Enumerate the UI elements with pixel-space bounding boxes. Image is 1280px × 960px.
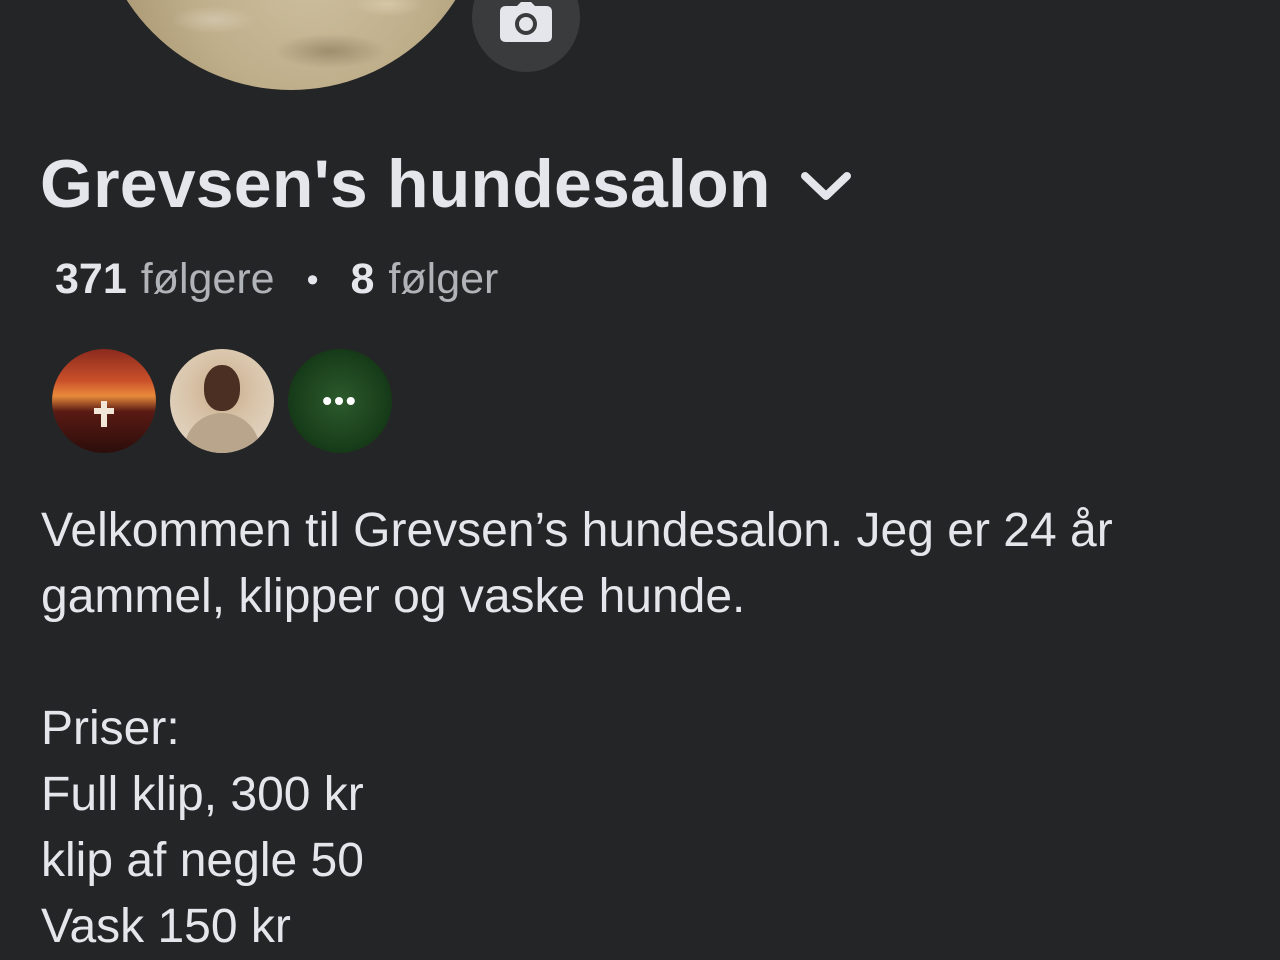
chevron-down-icon [800,172,851,200]
page-name-switcher[interactable]: Grevsen's hundesalon [40,150,853,218]
bio-intro: Velkommen til Grevsen’s hundesalon. Jeg … [41,504,1113,623]
following-label: følger [388,255,499,303]
profile-picture[interactable] [96,0,486,90]
cross-icon [94,401,114,427]
bio-text: Velkommen til Grevsen’s hundesalon. Jeg … [41,498,1251,960]
page-title: Grevsen's hundesalon [40,146,771,222]
follower-avatar[interactable] [170,349,274,453]
following-count: 8 [350,255,375,303]
more-dots-icon: ••• [322,385,358,416]
followers-label: følgere [140,255,275,303]
follower-avatars: ••• [52,349,406,453]
follower-avatar[interactable] [52,349,156,453]
change-photo-button[interactable] [472,0,580,72]
followers-count: 371 [55,255,127,303]
camera-icon [500,2,552,42]
follow-stats: 371 følgere • 8 følger [55,258,498,301]
separator-dot: • [306,260,319,299]
prices-heading: Priser: [41,702,180,755]
profile-page: Grevsen's hundesalon 371 følgere • 8 føl… [0,0,1280,960]
avatar-person-face [204,365,240,411]
price-line: Vask 150 kr [41,900,291,953]
avatar-person-body [184,413,260,453]
price-line: klip af negle 50 [41,834,364,887]
followers-link[interactable]: 371 følgere [55,258,275,301]
following-link[interactable]: 8 følger [351,258,499,301]
more-followers-button[interactable]: ••• [288,349,392,453]
price-line: Full klip, 300 kr [41,768,364,821]
